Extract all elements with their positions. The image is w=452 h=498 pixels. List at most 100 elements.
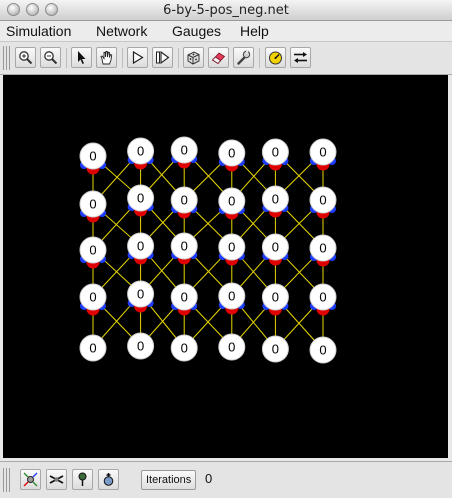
neuron-activation: 0 — [181, 143, 188, 158]
neuron-activation: 0 — [319, 241, 326, 256]
menu-gauges[interactable]: Gauges — [172, 23, 221, 39]
probe-icon — [78, 472, 87, 486]
toolbar-separator — [122, 48, 123, 68]
menu-simulation[interactable]: Simulation — [6, 23, 71, 39]
neuron-activation: 0 — [228, 146, 235, 161]
toolbar-separator — [178, 48, 179, 68]
neuron[interactable]: 0 — [79, 334, 107, 362]
preferences-wrench-icon — [237, 50, 251, 65]
neuron-activation: 0 — [228, 289, 235, 304]
step-icon — [156, 50, 170, 65]
neuron[interactable]: 0 — [127, 332, 155, 360]
neuron-activation: 0 — [272, 192, 279, 207]
neuron-activation: 0 — [89, 243, 96, 258]
pan-button[interactable] — [96, 47, 117, 68]
neuron-activation: 0 — [137, 339, 144, 354]
status-bar: Iterations 0 — [0, 461, 452, 498]
neuron-activation: 0 — [89, 149, 96, 164]
zoom-out-icon — [44, 51, 58, 65]
network-gauge-icon — [49, 475, 64, 484]
neuron[interactable]: 0 — [170, 186, 198, 219]
swap-button[interactable] — [290, 47, 311, 68]
neuron[interactable]: 0 — [261, 185, 289, 218]
neuron-activation: 0 — [137, 191, 144, 206]
randomize-icon — [187, 51, 200, 65]
neuron-activation: 0 — [228, 340, 235, 355]
neuron[interactable]: 0 — [218, 282, 246, 315]
neuron[interactable]: 0 — [79, 190, 107, 223]
neuron-activation: 0 — [272, 290, 279, 305]
pan-hand-icon — [100, 51, 113, 65]
neuron[interactable]: 0 — [261, 283, 289, 316]
play-button[interactable] — [127, 47, 148, 68]
iterations-value: 0 — [205, 471, 213, 486]
neuron[interactable]: 0 — [79, 142, 107, 175]
randomize-button[interactable] — [183, 47, 204, 68]
select-button[interactable] — [71, 47, 92, 68]
play-icon — [132, 50, 144, 65]
neuron[interactable]: 0 — [309, 336, 337, 364]
select-pointer-icon — [78, 51, 86, 64]
neuron[interactable]: 0 — [170, 334, 198, 362]
neuron[interactable]: 0 — [218, 139, 246, 172]
neuron-activation: 0 — [181, 290, 188, 305]
neuron[interactable]: 0 — [261, 233, 289, 266]
neuron-activation: 0 — [272, 240, 279, 255]
zoom-in-button[interactable] — [15, 47, 36, 68]
swap-arrows-icon — [294, 52, 307, 63]
iterations-label[interactable]: Iterations — [141, 470, 197, 490]
neuron-activation: 0 — [89, 290, 96, 305]
neuron-activation: 0 — [181, 193, 188, 208]
neuron[interactable]: 0 — [170, 136, 198, 169]
zoom-out-button[interactable] — [40, 47, 61, 68]
gauge-icon — [269, 51, 282, 65]
network-gauge-button[interactable] — [46, 469, 67, 490]
preferences-button[interactable] — [233, 47, 254, 68]
neuron[interactable]: 0 — [127, 232, 155, 265]
neuron-activation: 0 — [137, 287, 144, 302]
neuron[interactable]: 0 — [218, 233, 246, 266]
add-gauge-icon — [103, 473, 114, 486]
neuron-activation: 0 — [228, 240, 235, 255]
neurons: 0 0 0 0 0 0 0 0 0 0 0 0 0 0 0 0 0 0 0 0 0 0 0 0 0 0 0 0 0 0 — [79, 136, 337, 364]
network-graph[interactable]: 0 0 0 0 0 0 0 0 0 0 0 0 0 0 0 0 0 0 0 0 0 0 0 0 0 0 0 0 0 0 — [3, 75, 448, 458]
neuron[interactable]: 0 — [261, 335, 289, 363]
neuron-activation: 0 — [228, 194, 235, 209]
neuron-activation: 0 — [272, 145, 279, 160]
toolbar-grip[interactable] — [3, 46, 10, 70]
neuron-activation: 0 — [137, 239, 144, 254]
network-canvas[interactable]: 0 0 0 0 0 0 0 0 0 0 0 0 0 0 0 0 0 0 0 0 0 0 0 0 0 0 0 0 0 0 — [3, 75, 448, 458]
toolbar — [0, 42, 452, 75]
menu-help[interactable]: Help — [240, 23, 269, 39]
probe-button[interactable] — [72, 469, 93, 490]
gauge-button[interactable] — [265, 47, 286, 68]
neuron-activation: 0 — [319, 145, 326, 160]
step-button[interactable] — [152, 47, 173, 68]
neuron-activation: 0 — [181, 341, 188, 356]
neuron[interactable]: 0 — [218, 333, 246, 361]
neuron[interactable]: 0 — [309, 186, 337, 219]
menu-network[interactable]: Network — [96, 23, 147, 39]
clear-eraser-icon — [211, 52, 226, 65]
neuron-activation: 0 — [272, 342, 279, 357]
toolbar-separator — [66, 48, 67, 68]
add-gauge-button[interactable] — [98, 469, 119, 490]
menu-bar: Simulation Network Gauges Help — [0, 21, 452, 42]
neuron[interactable]: 0 — [79, 283, 107, 316]
neuron-gauge-button[interactable] — [20, 469, 41, 490]
neuron[interactable]: 0 — [170, 283, 198, 316]
window-titlebar: 6-by-5-pos_neg.net — [0, 0, 452, 21]
neuron[interactable]: 0 — [309, 234, 337, 267]
neuron[interactable]: 0 — [79, 236, 107, 269]
clear-button[interactable] — [208, 47, 229, 68]
neuron[interactable]: 0 — [309, 138, 337, 171]
neuron[interactable]: 0 — [309, 283, 337, 316]
neuron-activation: 0 — [137, 144, 144, 159]
neuron[interactable]: 0 — [127, 184, 155, 217]
neuron[interactable]: 0 — [261, 138, 289, 171]
neuron[interactable]: 0 — [127, 280, 155, 313]
neuron[interactable]: 0 — [170, 232, 198, 265]
neuron[interactable]: 0 — [218, 187, 246, 220]
statusbar-grip[interactable] — [3, 468, 10, 492]
neuron[interactable]: 0 — [127, 137, 155, 170]
